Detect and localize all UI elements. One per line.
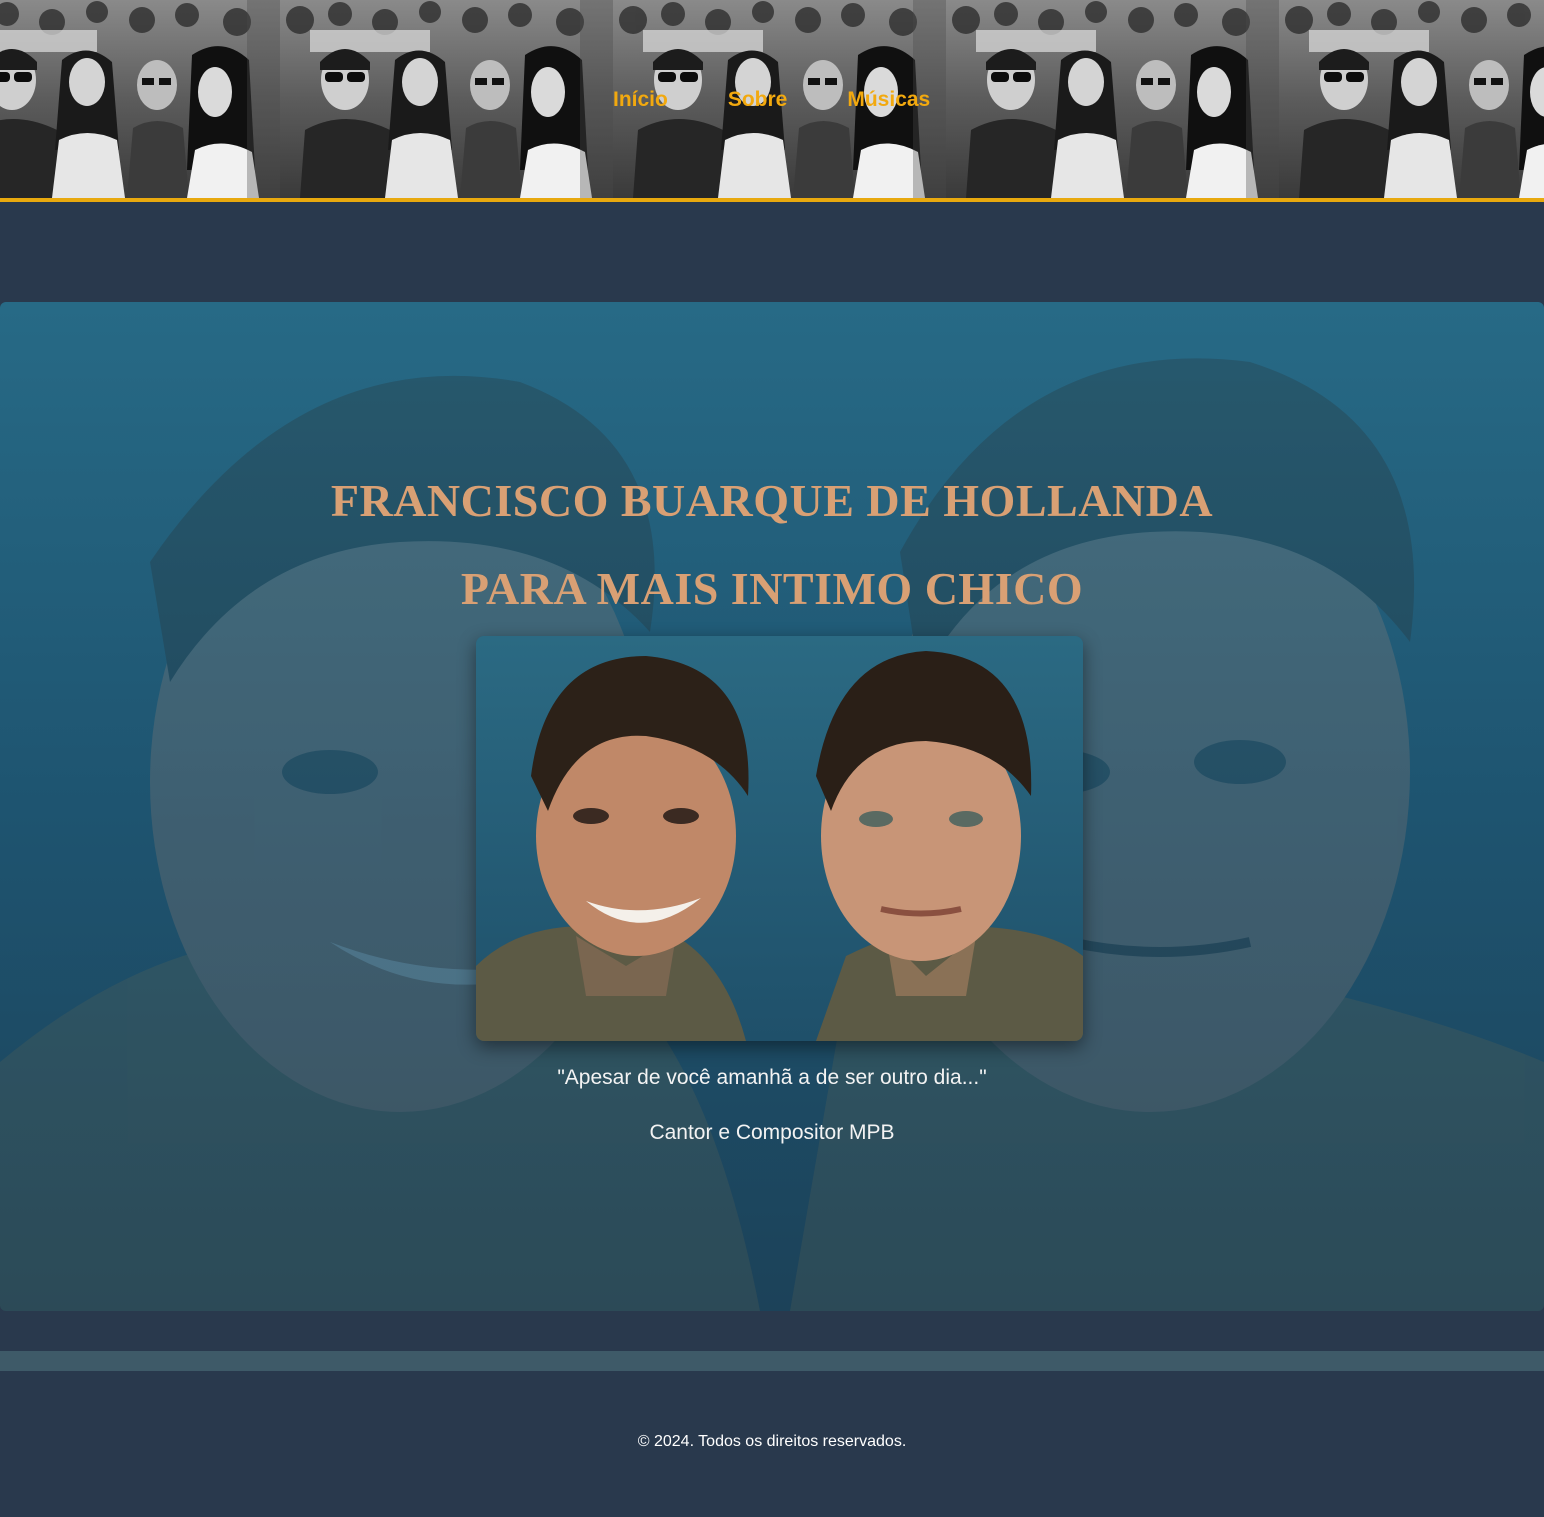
nav-link-inicio[interactable]: Início xyxy=(613,88,668,112)
site-header: Início Sobre Músicas xyxy=(0,0,1544,202)
nav-link-musicas[interactable]: Músicas xyxy=(847,88,930,112)
footer-copyright: © 2024. Todos os direitos reservados. xyxy=(637,1433,907,1450)
hero-quote: "Apesar de você amanhã a de ser outro di… xyxy=(557,1066,987,1089)
hero-section: FRANCISCO BUARQUE DE HOLLANDA PARA MAIS … xyxy=(0,302,1544,1311)
hero-title-name: FRANCISCO BUARQUE DE HOLLANDA xyxy=(330,475,1214,526)
hero-title-nickname: PARA MAIS INTIMO CHICO xyxy=(460,563,1084,614)
hero-subtitle: Cantor e Compositor MPB xyxy=(649,1121,895,1144)
main-nav: Início Sobre Músicas xyxy=(613,84,930,116)
nav-link-sobre[interactable]: Sobre xyxy=(728,88,788,112)
portrait-image xyxy=(476,636,1083,1041)
footer-divider xyxy=(0,1351,1544,1371)
